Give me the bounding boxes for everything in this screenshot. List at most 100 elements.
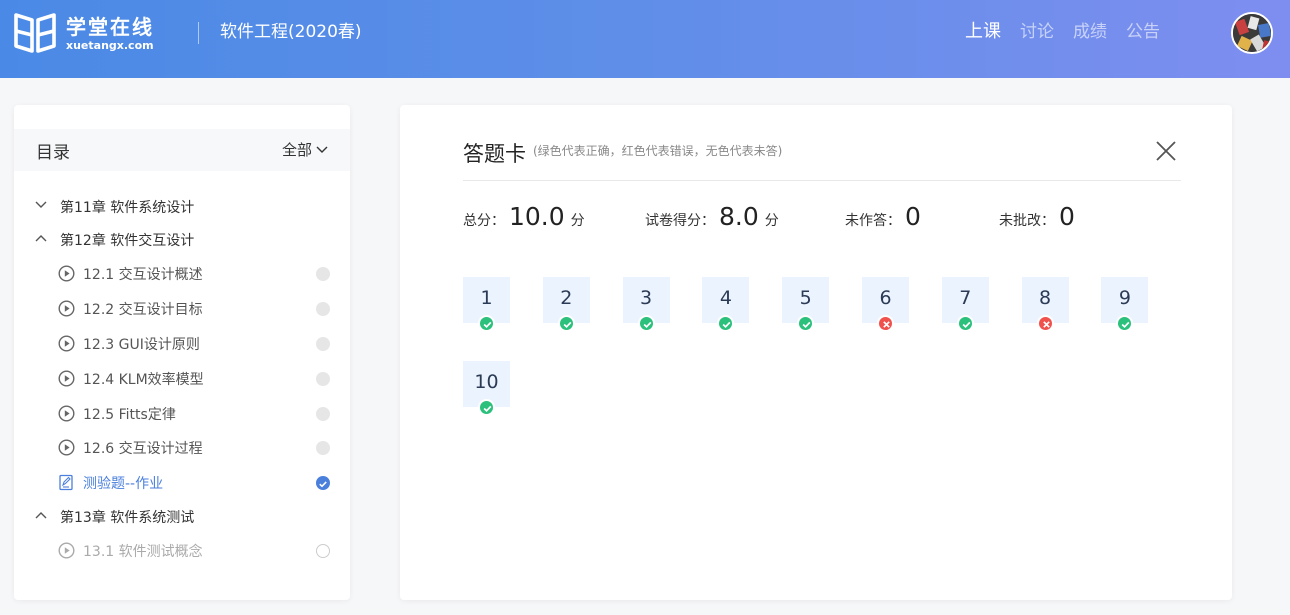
chapter-label: 第13章 软件系统测试 — [60, 510, 195, 526]
correct-check-icon — [797, 315, 815, 332]
play-icon — [58, 439, 75, 456]
check-icon — [319, 481, 327, 488]
question-7-box[interactable]: 7 — [941, 277, 989, 332]
correct-check-icon — [478, 399, 495, 416]
question-number: 6 — [879, 287, 892, 309]
question-number: 8 — [1039, 287, 1052, 309]
lesson-label: 12.2 交互设计目标 — [83, 302, 203, 318]
logo-icon — [14, 13, 56, 53]
question-6-box[interactable]: 6 — [862, 277, 909, 332]
divider — [463, 180, 1181, 181]
chevron-up-icon — [35, 512, 47, 519]
stat-value: 10.0 — [509, 202, 565, 231]
logo-text-en: xuetangx.com — [66, 38, 154, 52]
play-icon — [58, 265, 75, 282]
lesson-label: 12.4 KLM效率模型 — [83, 372, 204, 388]
play-icon — [58, 405, 75, 422]
lesson-status-dot — [316, 544, 330, 558]
correct-check-icon — [956, 315, 974, 332]
lesson-status-dot — [316, 407, 330, 421]
lesson-status-dot — [316, 302, 330, 316]
header-divider — [198, 22, 199, 44]
stat-value: 8.0 — [719, 202, 759, 231]
stat-label: 未批改： — [999, 213, 1055, 229]
avatar[interactable] — [1231, 12, 1273, 54]
correct-check-icon — [637, 315, 655, 332]
question-1-box[interactable]: 1 — [463, 277, 510, 332]
question-number: 5 — [799, 287, 812, 309]
catalog-title: 目录 — [36, 143, 70, 163]
question-2-box[interactable]: 2 — [542, 277, 590, 332]
nav-item-grades[interactable]: 成绩 — [1073, 19, 1107, 45]
catalog-filter-dropdown[interactable]: 全部 — [282, 139, 328, 160]
lesson-item[interactable]: 12.3 GUI设计原则 — [14, 331, 350, 355]
lesson-item[interactable]: 12.2 交互设计目标 — [14, 296, 350, 320]
question-number: 1 — [480, 287, 493, 309]
close-icon[interactable] — [1155, 140, 1177, 162]
lesson-status-dot — [316, 372, 330, 386]
nav-item-discussion[interactable]: 讨论 — [1020, 19, 1054, 45]
stat-label: 未作答： — [845, 213, 901, 229]
question-5-box[interactable]: 5 — [782, 277, 830, 332]
question-3-box[interactable]: 3 — [622, 277, 670, 332]
question-number: 3 — [640, 287, 653, 309]
nav-item-class[interactable]: 上课 — [965, 19, 1001, 45]
question-number: 10 — [474, 371, 499, 393]
stat-paper-score: 试卷得分： 8.0 分 — [645, 202, 779, 231]
lesson-status-dot — [316, 337, 330, 351]
lesson-item-quiz[interactable]: 测验题--作业 — [14, 470, 350, 494]
lesson-item[interactable]: 12.5 Fitts定律 — [14, 401, 350, 425]
lesson-status-dot — [316, 441, 330, 455]
question-8-box[interactable]: 8 — [1021, 277, 1069, 332]
course-title[interactable]: 软件工程(2020春) — [220, 20, 362, 44]
stat-label: 总分： — [463, 213, 505, 229]
lesson-label: 13.1 软件测试概念 — [83, 544, 203, 560]
logo-text-cn: 学堂在线 — [66, 14, 154, 39]
lesson-label: 12.5 Fitts定律 — [83, 407, 176, 423]
answer-card-title: 答题卡 — [463, 142, 526, 166]
correct-check-icon — [557, 315, 575, 332]
top-nav: 上课 讨论 成绩 公告 — [965, 19, 1179, 45]
lesson-label: 测验题--作业 — [83, 476, 164, 492]
stat-value: 0 — [1059, 202, 1075, 231]
lesson-item[interactable]: 12.1 交互设计概述 — [14, 261, 350, 285]
play-icon — [58, 335, 75, 352]
nav-item-announcements[interactable]: 公告 — [1126, 19, 1160, 45]
question-number: 9 — [1118, 287, 1131, 309]
chevron-down-icon — [35, 201, 47, 208]
chapter-12[interactable]: 第12章 软件交互设计 — [14, 229, 350, 251]
lesson-item[interactable]: 12.6 交互设计过程 — [14, 435, 350, 459]
correct-check-icon — [1116, 315, 1134, 332]
lesson-label: 12.3 GUI设计原则 — [83, 337, 200, 353]
lesson-label: 12.1 交互设计概述 — [83, 267, 203, 283]
chevron-down-icon — [316, 146, 328, 153]
chapter-11[interactable]: 第11章 软件系统设计 — [14, 196, 350, 218]
top-header: 学堂在线 xuetangx.com 软件工程(2020春) 上课 讨论 成绩 公… — [0, 0, 1290, 78]
logo[interactable]: 学堂在线 xuetangx.com — [13, 12, 154, 54]
chapter-13[interactable]: 第13章 软件系统测试 — [14, 506, 350, 528]
catalog-filter-label: 全部 — [281, 141, 312, 159]
correct-check-icon — [717, 315, 735, 332]
lesson-status-dot — [316, 476, 330, 490]
lesson-item[interactable]: 12.4 KLM效率模型 — [14, 366, 350, 390]
stat-ungraded: 未批改： 0 — [999, 202, 1081, 231]
question-9-box[interactable]: 9 — [1101, 277, 1149, 332]
stat-unanswered: 未作答： 0 — [845, 202, 927, 231]
chevron-up-icon — [35, 235, 47, 242]
chapter-label: 第12章 软件交互设计 — [60, 233, 195, 249]
question-number: 7 — [959, 287, 972, 309]
wrong-cross-icon — [1036, 315, 1054, 332]
stat-label: 试卷得分： — [645, 213, 715, 229]
lesson-item[interactable]: 13.1 软件测试概念 — [14, 538, 350, 562]
question-10-box[interactable]: 10 — [463, 361, 510, 416]
stat-unit: 分 — [570, 213, 585, 229]
play-icon — [58, 542, 75, 559]
catalog-sidebar: 目录 全部 第11章 软件系统设计 第12章 软件交互设计 12.1 交互设计概… — [14, 105, 350, 600]
quiz-icon — [59, 474, 73, 491]
question-4-box[interactable]: 4 — [702, 277, 750, 332]
question-number: 2 — [560, 287, 573, 309]
stat-total-score: 总分： 10.0 分 — [463, 202, 585, 231]
avatar-image — [1233, 14, 1271, 52]
answer-card-panel: 答题卡 (绿色代表正确，红色代表错误，无色代表未答) 总分： 10.0 分 试卷… — [400, 105, 1232, 600]
stat-unit: 分 — [764, 213, 779, 229]
